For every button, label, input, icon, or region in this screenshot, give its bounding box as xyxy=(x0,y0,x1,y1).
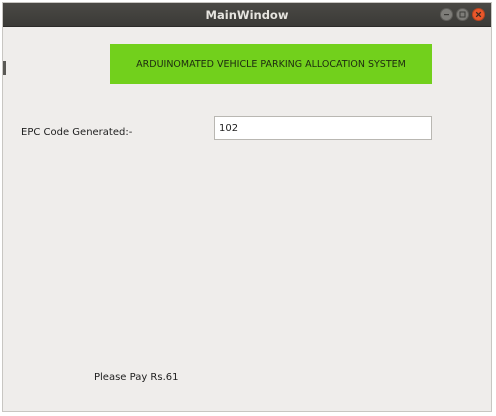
minimize-button[interactable] xyxy=(440,8,453,21)
main-window: MainWindow ARDUINOMATED VEHICLE PARKING … xyxy=(2,2,492,412)
minimize-icon xyxy=(444,14,449,16)
title-bar[interactable]: MainWindow xyxy=(3,3,491,27)
window-edge-marker xyxy=(3,61,6,75)
payment-amount-label: Please Pay Rs.61 xyxy=(94,372,179,383)
maximize-icon xyxy=(459,11,466,18)
close-button[interactable] xyxy=(472,8,485,21)
epc-code-field[interactable] xyxy=(214,116,432,140)
close-icon xyxy=(475,11,482,18)
epc-code-label: EPC Code Generated:- xyxy=(21,127,133,138)
maximize-button[interactable] xyxy=(456,8,469,21)
system-title-banner: ARDUINOMATED VEHICLE PARKING ALLOCATION … xyxy=(110,44,432,84)
window-title: MainWindow xyxy=(205,8,289,22)
